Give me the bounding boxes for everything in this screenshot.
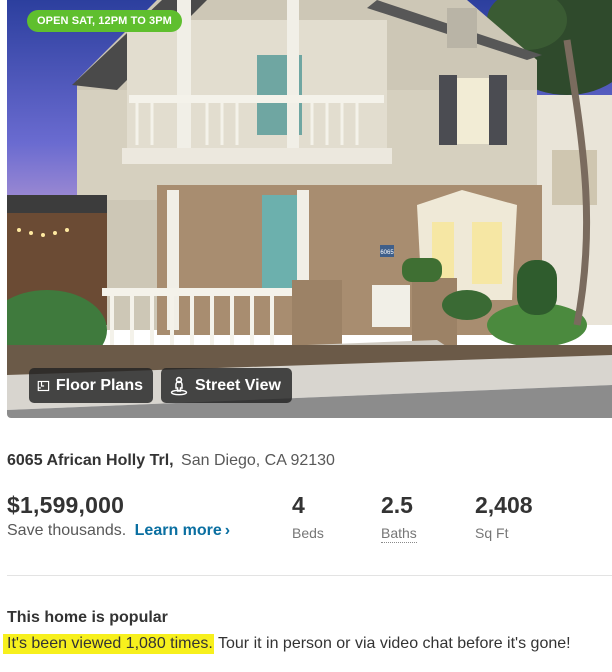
street-view-label: Street View [195, 376, 281, 394]
listing-photo[interactable]: 6065 OPEN SAT, 12PM TO 3PM Floor Plans S… [7, 0, 612, 418]
listing-address: 6065 African Holly Trl, San Diego, CA 92… [7, 452, 335, 470]
street-address: 6065 African Holly Trl, [7, 452, 174, 469]
sqft-label: Sq Ft [475, 525, 509, 541]
house-number-plate: 6065 [380, 250, 394, 256]
sqft-stat: 2,408 Sq Ft [475, 492, 533, 541]
tour-prompt-text: Tour it in person or via video chat befo… [213, 635, 571, 652]
baths-value: 2.5 [381, 492, 413, 518]
beds-label: Beds [292, 525, 324, 541]
open-house-badge: OPEN SAT, 12PM TO 3PM [27, 10, 182, 32]
popularity-title: This home is popular [7, 609, 168, 626]
beds-stat: 4 Beds [292, 492, 324, 541]
learn-more-label: Learn more [134, 522, 222, 539]
learn-more-link[interactable]: Learn more › [135, 522, 230, 539]
listing-price: $1,599,000 [7, 492, 125, 518]
beds-value: 4 [292, 492, 305, 518]
floor-plans-label: Floor Plans [55, 376, 143, 394]
save-thousands-text: Save thousands. Learn more › [7, 522, 230, 540]
street-view-button[interactable]: Street View [161, 368, 292, 403]
section-divider [7, 575, 612, 576]
baths-stat[interactable]: 2.5 Baths [381, 492, 417, 543]
sqft-value: 2,408 [475, 492, 533, 518]
save-text: Save thousands. [7, 522, 127, 539]
popularity-text: It's been viewed 1,080 times. Tour it in… [3, 634, 571, 654]
city-state-zip: San Diego, CA 92130 [181, 452, 335, 469]
floor-plan-icon [37, 376, 50, 396]
floor-plans-button[interactable]: Floor Plans [29, 368, 153, 403]
street-view-person-icon [169, 376, 189, 396]
baths-label[interactable]: Baths [381, 525, 417, 543]
view-count-highlight: It's been viewed 1,080 times. [3, 634, 214, 654]
chevron-right-icon: › [224, 522, 231, 539]
house-photo-image: 6065 [7, 0, 612, 418]
